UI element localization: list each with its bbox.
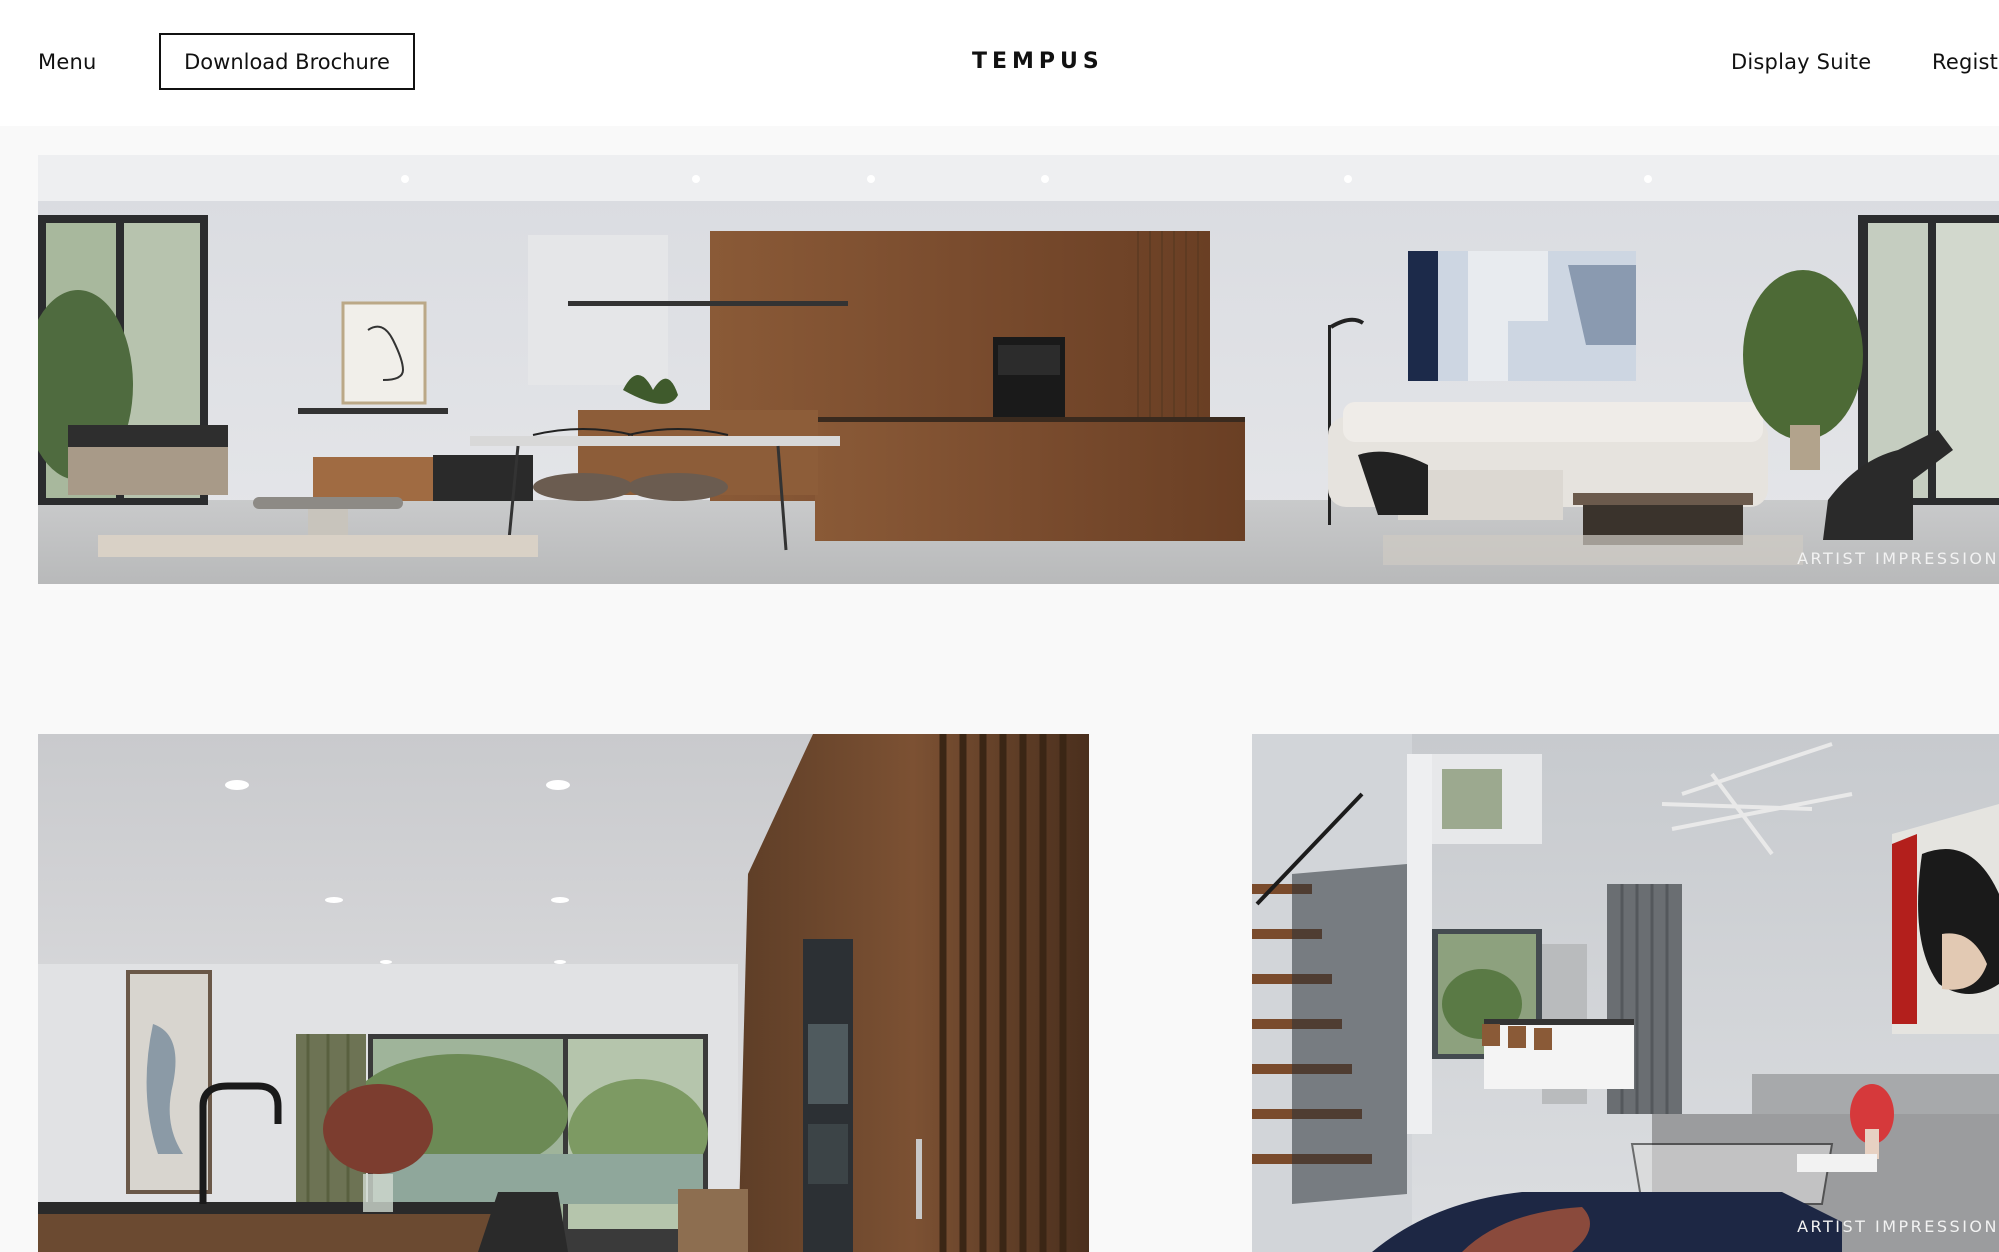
- register-link[interactable]: Regist: [1932, 50, 1998, 74]
- tempus-logo[interactable]: TEMPUS: [972, 49, 1104, 74]
- kitchen-illustration: [38, 734, 1089, 1252]
- living-kitchen-illustration: [38, 155, 1999, 584]
- artist-impression-watermark: ARTIST IMPRESSION: [1797, 549, 1999, 568]
- download-brochure-button[interactable]: Download Brochure: [159, 33, 415, 90]
- artist-impression-watermark: ARTIST IMPRESSION: [1797, 1217, 1999, 1236]
- display-suite-link[interactable]: Display Suite: [1731, 50, 1871, 74]
- site-header: Menu Download Brochure TEMPUS Display Su…: [0, 0, 1999, 126]
- menu-link[interactable]: Menu: [38, 50, 96, 74]
- gallery-image-kitchen[interactable]: [38, 734, 1089, 1252]
- staircase-living-illustration: [1252, 734, 1999, 1252]
- gallery-image-staircase-living[interactable]: ARTIST IMPRESSION: [1252, 734, 1999, 1252]
- gallery-image-living-kitchen[interactable]: ARTIST IMPRESSION: [38, 155, 1999, 584]
